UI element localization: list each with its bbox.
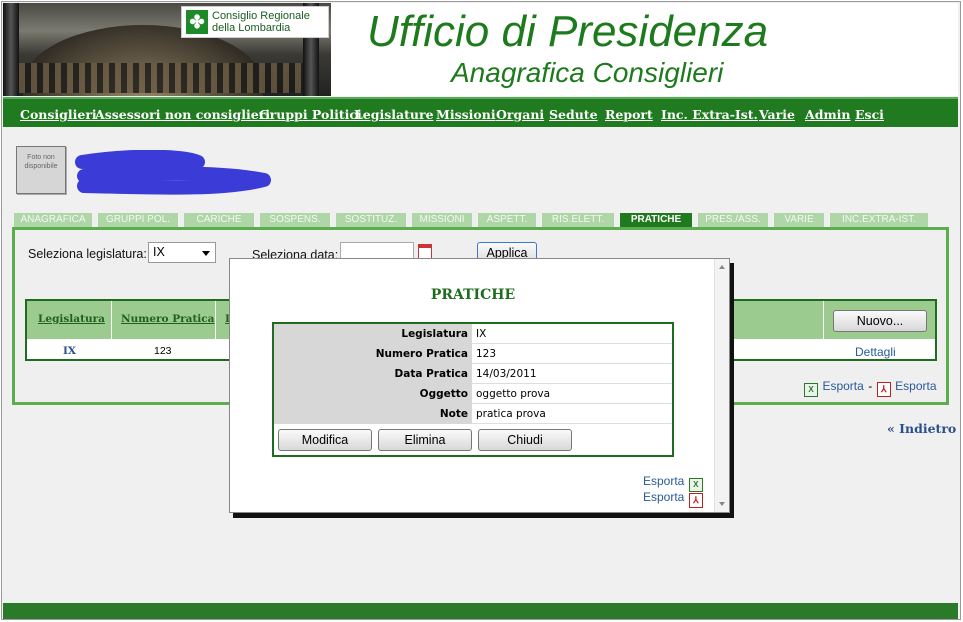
legislatura-select[interactable]: IX: [148, 242, 216, 263]
modal-title: PRATICHE: [430, 287, 516, 303]
page-title: Ufficio di Presidenza: [367, 7, 769, 56]
chevron-down-icon: [202, 251, 210, 256]
tab-missioni[interactable]: MISSIONI: [412, 213, 472, 227]
tab-pratiche[interactable]: PRATICHE: [620, 213, 692, 227]
pratiche-modal: PRATICHE Legislatura IX Numero Pratica 1…: [229, 258, 730, 513]
excel-icon[interactable]: X: [804, 383, 818, 397]
new-button[interactable]: Nuovo...: [833, 310, 927, 332]
row-numero: 123: [154, 345, 172, 357]
export-separator: -: [868, 379, 873, 393]
menu-gruppi-politici[interactable]: Gruppi Politici: [259, 107, 362, 122]
detail-label: Numero Pratica: [274, 344, 472, 364]
col-numero-pratica[interactable]: Numero Pratica: [121, 313, 214, 325]
footer-bar: [3, 603, 958, 619]
modal-export-pdf-link[interactable]: Esporta: [643, 490, 684, 504]
detail-label: Data Pratica: [274, 364, 472, 384]
logo: ✤ Consiglio Regionale della Lombardia: [181, 6, 329, 38]
main-menu: Consiglieri Assessori non consiglieri Gr…: [3, 97, 958, 127]
header-banner: ✤ Consiglio Regionale della Lombardia Uf…: [3, 3, 958, 96]
delete-button[interactable]: Elimina: [378, 429, 472, 451]
detail-value: IX: [476, 328, 487, 340]
detail-row: Legislatura IX: [274, 324, 672, 344]
detail-row: Note pratica prova: [274, 404, 672, 424]
back-link[interactable]: « Indietro: [887, 421, 956, 436]
tab-varie[interactable]: VARIE: [774, 213, 824, 227]
menu-esci[interactable]: Esci: [855, 107, 884, 122]
tab-gruppi-pol[interactable]: GRUPPI POL.: [98, 213, 178, 227]
menu-sedute[interactable]: Sedute: [549, 107, 598, 122]
legislatura-label: Seleziona legislatura:: [28, 247, 147, 261]
menu-admin[interactable]: Admin: [805, 107, 851, 122]
tab-aspett[interactable]: ASPETT.: [478, 213, 536, 227]
detail-value: oggetto prova: [476, 388, 551, 400]
modal-export-pdf: Esporta ⅄: [643, 488, 703, 508]
redacted-name-scribble: [75, 150, 271, 195]
menu-varie[interactable]: Varie: [759, 107, 795, 122]
page-subtitle: Anagrafica Consiglieri: [451, 57, 724, 88]
pdf-icon[interactable]: ⅄: [876, 382, 891, 397]
tab-pres-ass[interactable]: PRES./ASS.: [698, 213, 768, 227]
assembly-hall-photo: ✤ Consiglio Regionale della Lombardia: [3, 3, 331, 96]
detail-label: Oggetto: [274, 384, 472, 404]
detail-label: Legislatura: [274, 324, 472, 344]
menu-report[interactable]: Report: [605, 107, 653, 122]
detail-label: Note: [274, 404, 472, 424]
menu-missioni[interactable]: Missioni: [436, 107, 496, 122]
scroll-up-icon[interactable]: [719, 265, 725, 269]
tab-anagrafica[interactable]: ANAGRAFICA: [14, 213, 92, 227]
export-pdf-link[interactable]: Esporta: [895, 379, 936, 393]
logo-line1: Consiglio Regionale: [212, 10, 310, 22]
person-photo-placeholder: Foto non disponibile: [16, 146, 66, 194]
logo-line2: della Lombardia: [212, 22, 291, 34]
lombardy-rose-icon: ✤: [186, 10, 208, 34]
detail-table: Legislatura IX Numero Pratica 123 Data P…: [272, 322, 674, 457]
menu-assessori[interactable]: Assessori non consiglieri: [95, 107, 270, 122]
col-legislatura[interactable]: Legislatura: [38, 313, 105, 325]
detail-value: 14/03/2011: [476, 368, 537, 380]
tab-inc-extra-ist[interactable]: INC.EXTRA-IST.: [830, 213, 928, 227]
legislatura-select-value: IX: [153, 245, 165, 259]
pdf-icon[interactable]: ⅄: [688, 493, 703, 508]
export-excel-link[interactable]: Esporta: [822, 379, 863, 393]
edit-button[interactable]: Modifica: [278, 429, 372, 451]
row-legislatura: IX: [63, 345, 77, 357]
detail-value: pratica prova: [476, 408, 546, 420]
menu-legislature[interactable]: Legislature: [354, 107, 434, 122]
calendar-icon[interactable]: [418, 244, 432, 259]
tab-sostituz[interactable]: SOSTITUZ.: [336, 213, 406, 227]
scroll-down-icon[interactable]: [719, 502, 725, 506]
tab-sospens[interactable]: SOSPENS.: [260, 213, 330, 227]
tab-ris-elett[interactable]: RIS.ELETT.: [542, 213, 614, 227]
detail-value: 123: [476, 348, 497, 360]
menu-organi[interactable]: Organi: [496, 107, 544, 122]
menu-consiglieri[interactable]: Consiglieri: [20, 107, 97, 122]
modal-export-excel-link[interactable]: Esporta: [643, 474, 684, 488]
detail-row: Numero Pratica 123: [274, 344, 672, 364]
details-link[interactable]: Dettagli: [855, 345, 896, 359]
modal-scrollbar[interactable]: [714, 259, 729, 512]
menu-inc-extra-ist[interactable]: Inc. Extra-Ist.: [661, 107, 758, 122]
close-button[interactable]: Chiudi: [478, 429, 572, 451]
detail-row: Data Pratica 14/03/2011: [274, 364, 672, 384]
detail-row: Oggetto oggetto prova: [274, 384, 672, 404]
panel-exports: X Esporta - ⅄ Esporta: [804, 377, 937, 397]
tab-cariche[interactable]: CARICHE: [184, 213, 254, 227]
